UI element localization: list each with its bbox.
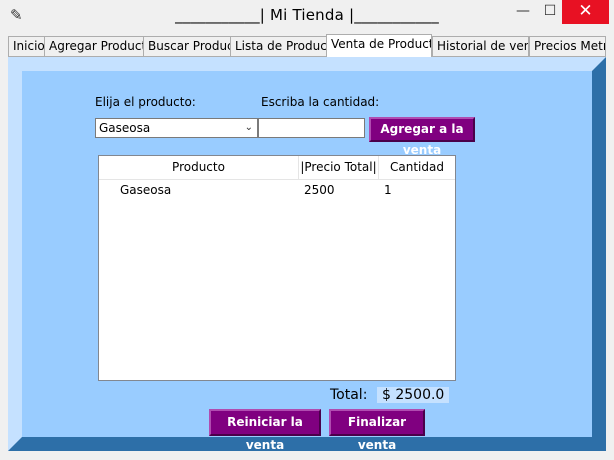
tab-historial-de-ventas[interactable]: Historial de ventas <box>432 36 529 56</box>
quantity-field[interactable] <box>258 118 365 138</box>
add-to-sale-button[interactable]: Agregar a la venta <box>369 117 475 157</box>
tab-buscar-producto[interactable]: Buscar Producto <box>143 36 232 56</box>
close-icon[interactable]: ✕ <box>562 0 609 24</box>
product-label: Elija el producto: <box>95 95 196 109</box>
reset-sale-button[interactable]: Reiniciar la venta <box>209 409 321 452</box>
maximize-icon[interactable]: ☐ <box>536 0 564 24</box>
tab-venta-de-producto[interactable]: Venta de Producto <box>326 34 432 57</box>
column-header-precio-total[interactable]: |Precio Total| <box>299 156 379 179</box>
column-header-producto[interactable]: Producto <box>99 156 299 179</box>
column-header-cantidad[interactable]: Cantidad <box>379 156 455 179</box>
table-header: Producto |Precio Total| Cantidad <box>99 156 455 180</box>
tab-lista-de-productos[interactable]: Lista de Productos <box>230 36 328 56</box>
product-select-value: Gaseosa <box>99 121 151 135</box>
sale-table: Producto |Precio Total| Cantidad Gaseosa… <box>98 155 456 381</box>
cell-cantidad: 1 <box>384 183 392 197</box>
total-label: Total: <box>328 387 370 403</box>
tab-precios-metr[interactable]: Precios Metr <box>529 36 606 56</box>
total-value: $ 2500.0 <box>377 387 450 403</box>
table-row[interactable]: Gaseosa 2500 1 <box>99 180 455 200</box>
tab-bar: Inicio Agregar Producto Buscar Producto … <box>8 34 606 57</box>
tab-inicio[interactable]: Inicio <box>8 36 45 56</box>
finish-sale-button[interactable]: Finalizar venta <box>329 409 425 452</box>
sale-panel: Elija el producto: Gaseosa ⌄ Escriba la … <box>8 57 606 452</box>
cell-producto: Gaseosa <box>120 183 172 197</box>
product-select[interactable]: Gaseosa ⌄ <box>95 118 258 138</box>
tab-agregar-producto[interactable]: Agregar Producto <box>44 36 145 56</box>
quantity-label: Escriba la cantidad: <box>261 95 380 109</box>
cell-precio-total: 2500 <box>304 183 335 197</box>
title-bar: ✎ ___________| Mi Tienda |___________ — … <box>0 0 614 32</box>
chevron-down-icon[interactable]: ⌄ <box>245 119 253 137</box>
